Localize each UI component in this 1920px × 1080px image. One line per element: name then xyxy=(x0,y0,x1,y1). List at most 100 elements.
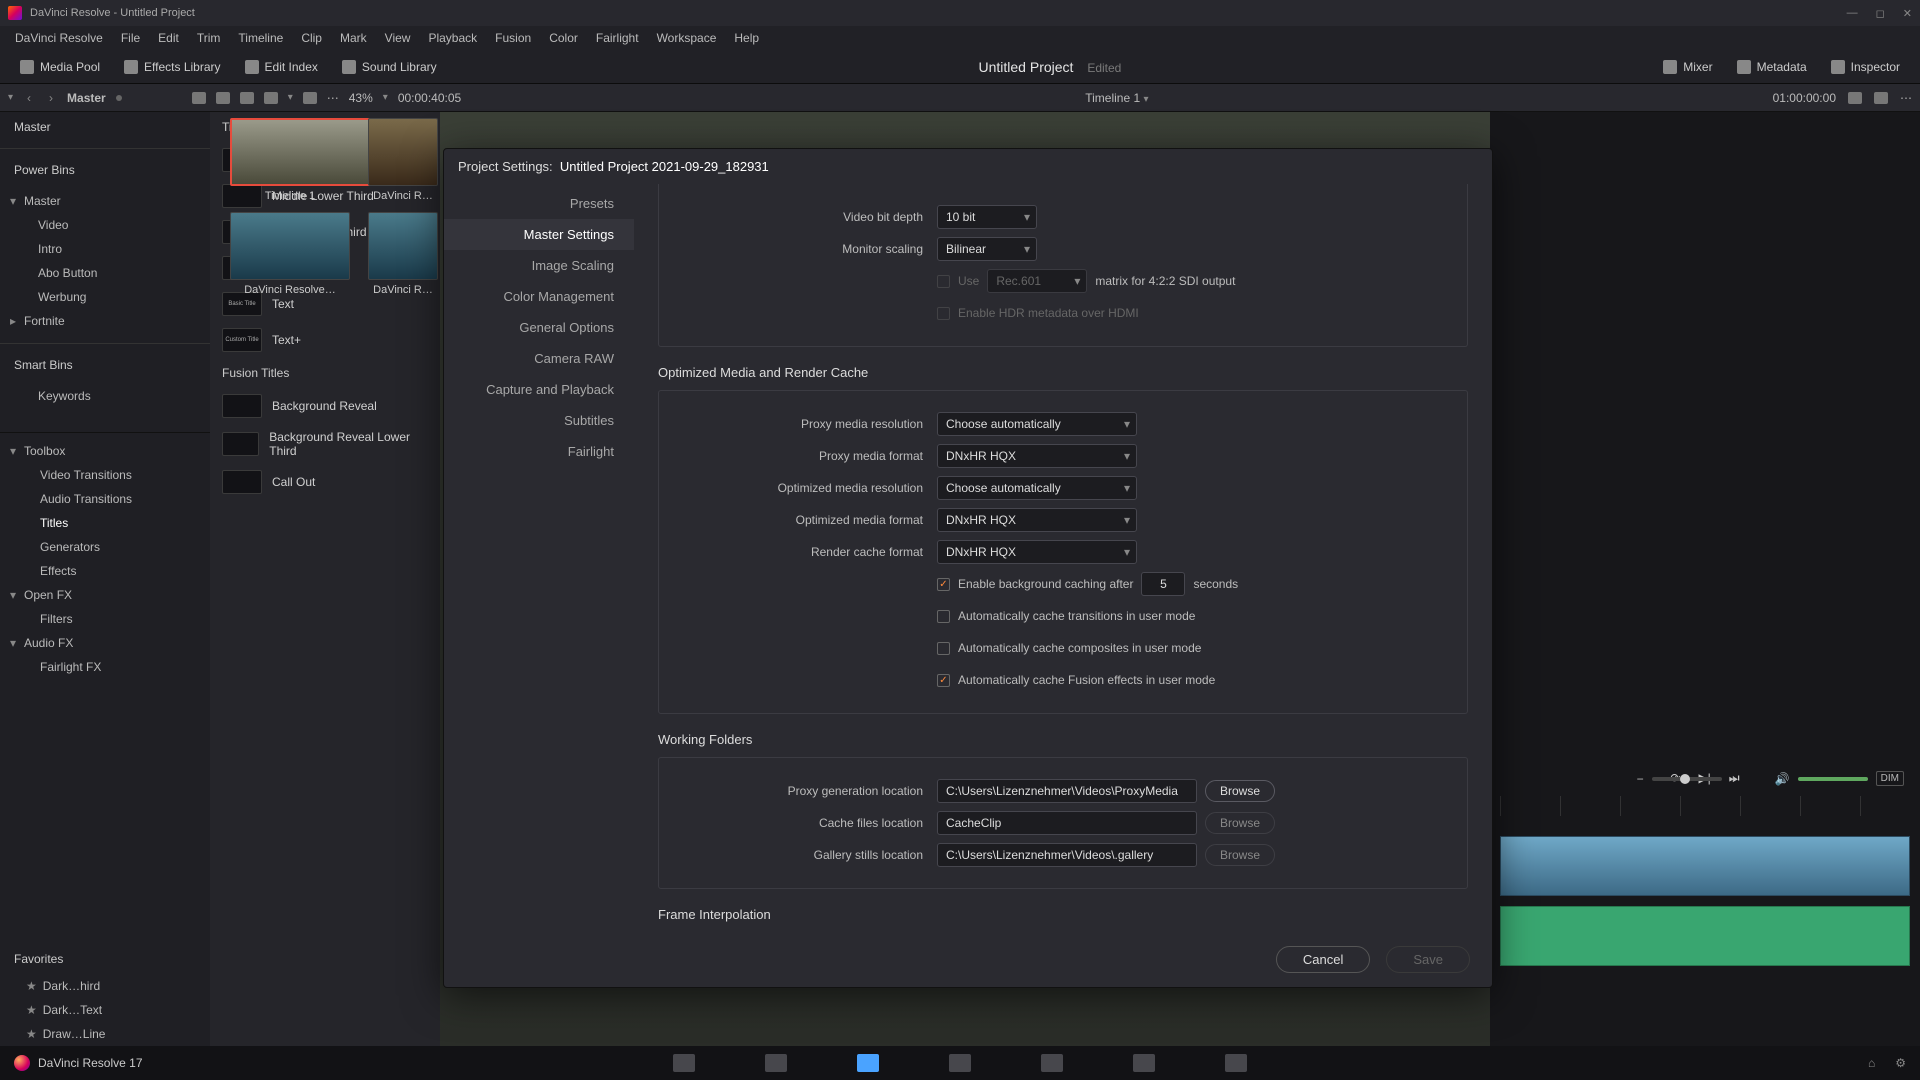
maximize-icon[interactable]: ◻ xyxy=(1876,7,1885,20)
fx-video-transitions[interactable]: Video Transitions xyxy=(0,463,155,487)
powerbin-intro[interactable]: Intro xyxy=(0,237,210,261)
page-edit-icon[interactable] xyxy=(857,1054,879,1072)
proxy-loc-input[interactable]: C:\Users\Lizenznehmer\Videos\ProxyMedia xyxy=(937,779,1197,803)
nav-capture-playback[interactable]: Capture and Playback xyxy=(444,374,634,405)
fx-titles[interactable]: Titles xyxy=(0,511,155,535)
powerbin-master[interactable]: Master xyxy=(0,189,210,213)
clip-thumbnail[interactable] xyxy=(230,212,350,280)
menu-fusion[interactable]: Fusion xyxy=(486,31,540,45)
fx-effects[interactable]: Effects xyxy=(0,559,155,583)
timeline-dropdown-icon[interactable]: ▾ xyxy=(1144,94,1149,105)
opt-res-select[interactable]: Choose automatically xyxy=(937,476,1137,500)
title-item[interactable]: Custom TitleText+ xyxy=(210,322,440,358)
auto-fusion-checkbox[interactable] xyxy=(937,674,950,687)
viewer-zoom[interactable]: 43% xyxy=(349,91,373,105)
page-fairlight-icon[interactable] xyxy=(1133,1054,1155,1072)
nav-master-settings[interactable]: Master Settings xyxy=(444,219,634,250)
menu-clip[interactable]: Clip xyxy=(292,31,331,45)
view-grid-icon[interactable] xyxy=(216,92,230,104)
clip-item[interactable]: Timeline 1 xyxy=(230,118,350,202)
nav-general-options[interactable]: General Options xyxy=(444,312,634,343)
menu-timeline[interactable]: Timeline xyxy=(229,31,292,45)
panel-sound[interactable]: Sound Library xyxy=(332,56,447,78)
menu-app[interactable]: DaVinci Resolve xyxy=(6,31,112,45)
nav-back-icon[interactable]: ‹ xyxy=(23,91,35,105)
zoom-dropdown-icon[interactable]: ▾ xyxy=(383,92,388,103)
page-media-icon[interactable] xyxy=(673,1054,695,1072)
save-button[interactable]: Save xyxy=(1386,946,1470,973)
auto-trans-checkbox[interactable] xyxy=(937,610,950,623)
page-color-icon[interactable] xyxy=(1041,1054,1063,1072)
dim-button[interactable]: DIM xyxy=(1876,771,1904,786)
nav-color-management[interactable]: Color Management xyxy=(444,281,634,312)
layout-single-icon[interactable] xyxy=(1874,92,1888,104)
page-cut-icon[interactable] xyxy=(765,1054,787,1072)
fx-filters[interactable]: Filters xyxy=(0,607,155,631)
project-settings-icon[interactable]: ⚙ xyxy=(1895,1056,1906,1070)
bgcache-seconds-input[interactable]: 5 xyxy=(1141,572,1185,596)
panel-inspector[interactable]: Inspector xyxy=(1821,56,1910,78)
favorite-item[interactable]: ★Dark…Text xyxy=(0,998,210,1022)
menu-color[interactable]: Color xyxy=(540,31,587,45)
cache-loc-input[interactable]: CacheClip xyxy=(937,811,1197,835)
monitor-scaling-select[interactable]: Bilinear xyxy=(937,237,1037,261)
clip-item[interactable]: DaVinci Resolve… xyxy=(230,212,350,296)
proxy-browse-button[interactable]: Browse xyxy=(1205,780,1275,802)
fx-fairlightfx[interactable]: Fairlight FX xyxy=(0,655,155,679)
opt-fmt-select[interactable]: DNxHR HQX xyxy=(937,508,1137,532)
powerbin-video[interactable]: Video xyxy=(0,213,210,237)
powerbin-fortnite[interactable]: Fortnite xyxy=(0,309,210,333)
title-item[interactable]: Background Reveal xyxy=(210,388,440,424)
panel-effects[interactable]: Effects Library xyxy=(114,56,230,78)
menu-playback[interactable]: Playback xyxy=(419,31,486,45)
smartbin-keywords[interactable]: Keywords xyxy=(0,384,210,408)
minimize-icon[interactable]: — xyxy=(1847,7,1858,20)
cache-browse-button[interactable]: Browse xyxy=(1205,812,1275,834)
hdr-checkbox[interactable] xyxy=(937,307,950,320)
nav-camera-raw[interactable]: Camera RAW xyxy=(444,343,634,374)
bin-dropdown-icon[interactable]: ▾ xyxy=(8,92,13,103)
menu-fairlight[interactable]: Fairlight xyxy=(587,31,648,45)
panel-mediapool[interactable]: Media Pool xyxy=(10,56,110,78)
audio-track-clip[interactable] xyxy=(1500,906,1910,966)
video-track-clip[interactable] xyxy=(1500,836,1910,896)
fx-audio-transitions[interactable]: Audio Transitions xyxy=(0,487,155,511)
sort-icon[interactable] xyxy=(303,92,317,104)
volume-slider[interactable] xyxy=(1798,777,1868,781)
menu-file[interactable]: File xyxy=(112,31,149,45)
timeline-name[interactable]: Timeline 1 xyxy=(1085,91,1140,105)
clip-item[interactable]: DaVinci R… xyxy=(368,118,438,202)
zoom-out-icon[interactable]: − xyxy=(1637,772,1644,786)
powerbin-abobutton[interactable]: Abo Button xyxy=(0,261,210,285)
view-strip-icon[interactable] xyxy=(192,92,206,104)
fx-openfx[interactable]: Open FX xyxy=(0,583,155,607)
use-matrix-checkbox[interactable] xyxy=(937,275,950,288)
cancel-button[interactable]: Cancel xyxy=(1276,946,1370,973)
page-fusion-icon[interactable] xyxy=(949,1054,971,1072)
bypass-icon[interactable] xyxy=(1848,92,1862,104)
timeline-ruler[interactable] xyxy=(1500,796,1910,816)
clip-item[interactable]: DaVinci R… xyxy=(368,212,438,296)
proxy-res-select[interactable]: Choose automatically xyxy=(937,412,1137,436)
menu-trim[interactable]: Trim xyxy=(188,31,230,45)
view-list-icon[interactable] xyxy=(240,92,254,104)
bgcache-checkbox[interactable] xyxy=(937,578,950,591)
menu-mark[interactable]: Mark xyxy=(331,31,376,45)
fx-generators[interactable]: Generators xyxy=(0,535,155,559)
page-deliver-icon[interactable] xyxy=(1225,1054,1247,1072)
speaker-icon[interactable]: 🔊 xyxy=(1775,772,1790,786)
panel-mixer[interactable]: Mixer xyxy=(1653,56,1722,78)
menu-help[interactable]: Help xyxy=(725,31,768,45)
rendercache-fmt-select[interactable]: DNxHR HQX xyxy=(937,540,1137,564)
favorite-item[interactable]: ★Dark…hird xyxy=(0,974,210,998)
zoom-in-icon[interactable]: + xyxy=(1730,772,1737,786)
nav-presets[interactable]: Presets xyxy=(444,188,634,219)
fx-toolbox[interactable]: Toolbox xyxy=(0,439,155,463)
nav-fwd-icon[interactable]: › xyxy=(45,91,57,105)
menu-workspace[interactable]: Workspace xyxy=(648,31,726,45)
menu-view[interactable]: View xyxy=(376,31,420,45)
auto-comp-checkbox[interactable] xyxy=(937,642,950,655)
search-icon[interactable] xyxy=(264,92,278,104)
powerbin-werbung[interactable]: Werbung xyxy=(0,285,210,309)
proxy-fmt-select[interactable]: DNxHR HQX xyxy=(937,444,1137,468)
